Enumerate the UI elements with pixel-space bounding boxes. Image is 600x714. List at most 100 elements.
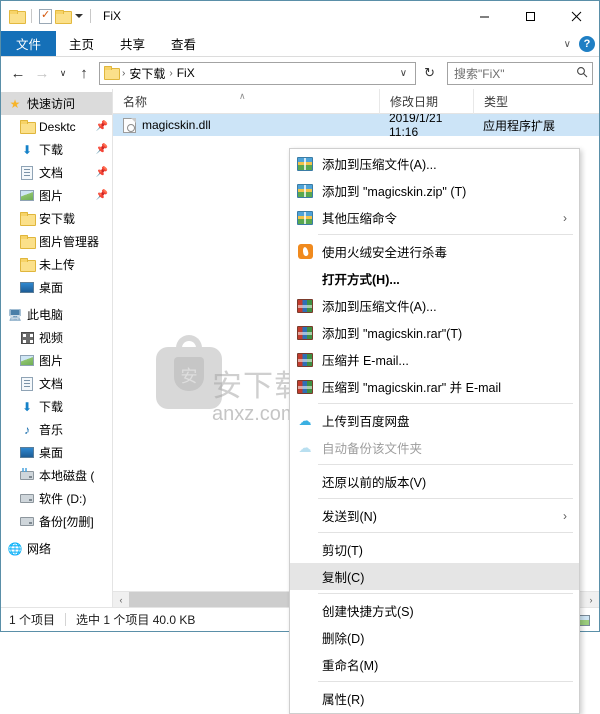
folder-icon — [19, 234, 36, 250]
title-bar: FiX — [1, 1, 599, 31]
column-header-type[interactable]: 类型 — [473, 88, 593, 114]
sidebar-item-videos[interactable]: 视频 — [1, 326, 112, 349]
scrollbar-thumb[interactable] — [129, 591, 295, 608]
menu-item-copy[interactable]: 复制(C) — [290, 563, 579, 590]
sidebar-item-pictures[interactable]: 图片 — [1, 349, 112, 372]
sidebar-item-downloads-qa[interactable]: ⬇ 下载 📌 — [1, 138, 112, 161]
sidebar-item-backup-drive[interactable]: 备份[勿删] — [1, 510, 112, 533]
sidebar-item-this-pc[interactable]: 🖥 此电脑 — [1, 303, 112, 326]
address-path-box[interactable]: › 安下载 › FiX ∨ — [99, 61, 417, 85]
sidebar-label-network: 网络 — [27, 542, 52, 556]
tab-file[interactable]: 文件 — [1, 31, 57, 56]
menu-item-huorong-scan[interactable]: 使用火绒安全进行杀毒 — [290, 238, 579, 265]
baidu-icon-dim: ☁ — [298, 440, 312, 455]
menu-item-label: 剪切(T) — [322, 544, 363, 558]
column-header-name[interactable]: 名称 ∧ — [113, 89, 379, 114]
menu-item-rename[interactable]: 重命名(M) — [290, 651, 579, 678]
sidebar-item-pictures-qa[interactable]: 图片 📌 — [1, 184, 112, 207]
sidebar-item-not-uploaded[interactable]: 未上传 — [1, 253, 112, 276]
breadcrumb-item-0[interactable]: 安下载 — [126, 65, 168, 82]
sidebar-label: 下载 — [39, 143, 64, 157]
pin-icon[interactable]: 📌 — [96, 121, 108, 132]
tab-share[interactable]: 共享 — [107, 31, 158, 56]
sidebar-item-music[interactable]: ♪ 音乐 — [1, 418, 112, 441]
search-input[interactable]: 搜索"FiX" — [454, 65, 576, 82]
menu-item-add-to-magicskin-rar[interactable]: 添加到 "magicskin.rar"(T) — [290, 319, 579, 346]
tab-home[interactable]: 主页 — [56, 31, 107, 56]
sidebar-label: Desktc — [39, 119, 76, 134]
sidebar-label-this-pc: 此电脑 — [27, 308, 64, 322]
menu-item-label: 上传到百度网盘 — [322, 415, 410, 429]
folder-icon[interactable] — [9, 10, 26, 24]
sidebar-item-local-disk[interactable]: 本地磁盘 ( — [1, 464, 112, 487]
column-header-date[interactable]: 修改日期 — [379, 88, 473, 114]
menu-item-compress-and-email[interactable]: 压缩并 E-mail... — [290, 346, 579, 373]
sidebar-item-documents-qa[interactable]: 文档 📌 — [1, 161, 112, 184]
chevron-right-icon: › — [563, 508, 567, 523]
search-icon[interactable] — [576, 66, 588, 81]
sidebar-item-desktop[interactable]: 桌面 — [1, 441, 112, 464]
menu-item-other-compress-commands[interactable]: 其他压缩命令 › — [290, 204, 579, 231]
menu-item-compress-to-rar-and-email[interactable]: 压缩到 "magicskin.rar" 并 E-mail — [290, 373, 579, 400]
sidebar-item-software-drive[interactable]: 软件 (D:) — [1, 487, 112, 510]
menu-item-send-to[interactable]: 发送到(N) › — [290, 502, 579, 529]
rar-icon — [296, 325, 314, 341]
menu-separator — [318, 464, 573, 465]
menu-item-open-with[interactable]: 打开方式(H)... — [290, 265, 579, 292]
menu-item-delete[interactable]: 删除(D) — [290, 624, 579, 651]
sidebar-item-documents[interactable]: 文档 — [1, 372, 112, 395]
table-row[interactable]: magicskin.dll 2019/1/21 11:16 应用程序扩展 — [113, 114, 599, 139]
sidebar-item-downloads[interactable]: ⬇ 下载 — [1, 395, 112, 418]
menu-item-restore-previous-versions[interactable]: 还原以前的版本(V) — [290, 468, 579, 495]
menu-item-add-to-magicskin-zip[interactable]: 添加到 "magicskin.zip" (T) — [290, 177, 579, 204]
search-box[interactable]: 搜索"FiX" — [447, 61, 593, 85]
sidebar-item-picture-manager[interactable]: 图片管理器 — [1, 230, 112, 253]
scroll-left-button[interactable]: ‹ — [113, 591, 129, 608]
menu-item-add-to-archive-rar[interactable]: 添加到压缩文件(A)... — [290, 292, 579, 319]
new-folder-icon[interactable] — [55, 10, 72, 24]
zip-icon — [296, 183, 314, 199]
menu-item-properties[interactable]: 属性(R) — [290, 685, 579, 712]
tab-view[interactable]: 查看 — [158, 31, 209, 56]
menu-item-upload-to-baidu[interactable]: ☁ 上传到百度网盘 — [290, 407, 579, 434]
window-title: FiX — [103, 9, 121, 23]
back-button[interactable]: ← — [7, 62, 29, 84]
pin-icon[interactable]: 📌 — [96, 167, 108, 178]
menu-separator — [318, 593, 573, 594]
sidebar-label: 软件 (D:) — [39, 492, 87, 506]
sidebar-item-anxiazai[interactable]: 安下载 — [1, 207, 112, 230]
up-button[interactable]: ↑ — [73, 62, 95, 84]
sidebar-item-desktop-qa2[interactable]: 桌面 — [1, 276, 112, 299]
sidebar-item-network[interactable]: 🌐 网络 — [1, 537, 112, 560]
forward-button[interactable]: → — [31, 62, 53, 84]
download-icon: ⬇ — [21, 399, 33, 414]
menu-item-label: 其他压缩命令 — [322, 212, 398, 226]
refresh-button[interactable]: ↻ — [418, 65, 441, 81]
status-selection-info: 选中 1 个项目 40.0 KB — [76, 613, 196, 627]
pin-icon[interactable]: 📌 — [96, 144, 108, 155]
breadcrumb-item-1[interactable]: FiX — [174, 66, 198, 80]
menu-item-label: 压缩到 "magicskin.rar" 并 E-mail — [322, 381, 502, 395]
close-button[interactable] — [553, 1, 599, 31]
chevron-down-icon[interactable]: ∨ — [564, 39, 571, 50]
address-dropdown-icon[interactable]: ∨ — [394, 68, 413, 79]
help-icon[interactable]: ? — [579, 36, 595, 52]
column-header-date-label: 修改日期 — [390, 94, 439, 109]
recent-locations-button[interactable]: ∨ — [55, 62, 71, 84]
music-icon: ♪ — [24, 422, 30, 437]
properties-icon[interactable] — [39, 8, 52, 24]
menu-item-label: 重命名(M) — [322, 659, 379, 673]
sidebar-label: 图片 — [39, 354, 64, 368]
pin-icon[interactable]: 📌 — [96, 190, 108, 201]
rar-icon — [296, 379, 314, 395]
maximize-button[interactable] — [507, 1, 553, 31]
sidebar-item-desktop-qa[interactable]: Desktc 📌 — [1, 115, 112, 138]
sidebar-item-quick-access[interactable]: ★ 快速访问 — [1, 92, 112, 115]
minimize-button[interactable] — [461, 1, 507, 31]
scroll-right-button[interactable]: › — [583, 591, 599, 608]
menu-item-cut[interactable]: 剪切(T) — [290, 536, 579, 563]
system-drive-icon — [19, 468, 35, 484]
menu-item-add-to-archive-zip[interactable]: 添加到压缩文件(A)... — [290, 150, 579, 177]
customize-caret-icon[interactable] — [75, 14, 83, 18]
menu-item-create-shortcut[interactable]: 创建快捷方式(S) — [290, 597, 579, 624]
